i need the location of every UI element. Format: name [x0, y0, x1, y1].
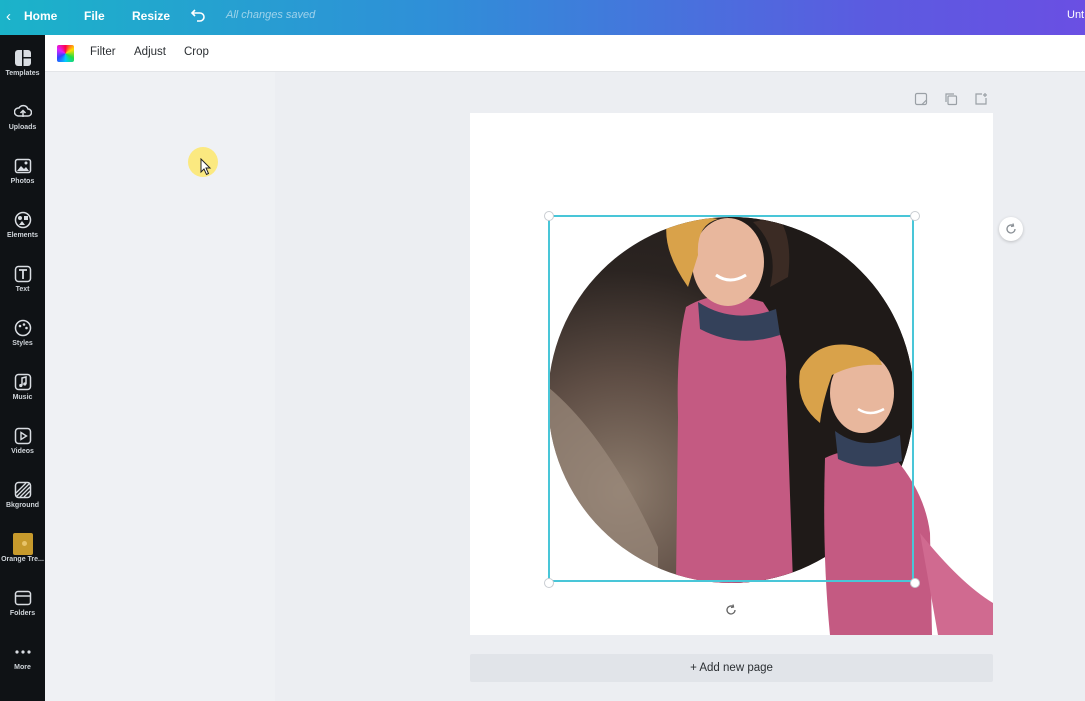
elements-icon — [13, 210, 33, 230]
add-new-page-button[interactable]: + Add new page — [470, 654, 993, 682]
sidebar-item-label: Videos — [11, 448, 34, 455]
sidebar-item-label: Orange Tre... — [1, 556, 44, 563]
sidebar-item-photos[interactable]: Photos — [0, 148, 45, 196]
resize-button[interactable]: Resize — [132, 9, 170, 23]
selection-box[interactable] — [548, 215, 914, 582]
notes-icon[interactable] — [914, 92, 928, 106]
sidebar-item-label: Text — [15, 286, 30, 293]
sidebar-item-label: Folders — [9, 610, 36, 617]
music-icon — [13, 372, 33, 392]
sidebar-item-folders[interactable]: Folders — [0, 580, 45, 628]
refresh-icon[interactable] — [999, 217, 1023, 241]
crop-button[interactable]: Crop — [184, 46, 209, 58]
home-button[interactable]: Home — [24, 9, 57, 23]
sidebar-item-label: Styles — [12, 340, 33, 347]
sidebar-item-label: Music — [12, 394, 33, 401]
sidebar-item-text[interactable]: Text — [0, 256, 45, 304]
resize-handle-top-left[interactable] — [544, 211, 554, 221]
sidebar: Templates Uploads Photos Elements Text S… — [0, 35, 45, 701]
sidebar-item-label: Templates — [5, 70, 40, 77]
sidebar-item-uploads[interactable]: Uploads — [0, 94, 45, 142]
more-icon — [13, 642, 33, 662]
filter-button[interactable]: Filter — [90, 46, 116, 58]
sidebar-item-videos[interactable]: Videos — [0, 418, 45, 466]
resize-handle-bottom-left[interactable] — [544, 578, 554, 588]
sidebar-item-label: Photos — [10, 178, 35, 185]
top-bar: ‹ Home File Resize All changes saved Unt — [0, 0, 1085, 35]
folder-thumbnail-icon — [12, 533, 33, 555]
save-status: All changes saved — [226, 9, 316, 21]
file-menu-button[interactable]: File — [84, 9, 105, 23]
sidebar-item-music[interactable]: Music — [0, 364, 45, 412]
text-icon — [13, 264, 33, 284]
sidebar-item-styles[interactable]: Styles — [0, 310, 45, 358]
sidebar-item-label: More — [14, 664, 31, 671]
undo-icon[interactable] — [189, 6, 207, 24]
design-title[interactable]: Unt — [1067, 9, 1084, 21]
templates-icon — [13, 48, 33, 68]
sidebar-item-label: Bkground — [5, 502, 40, 509]
background-icon — [13, 480, 33, 500]
mouse-pointer-icon — [200, 157, 212, 176]
sidebar-item-more[interactable]: More — [0, 634, 45, 682]
rotate-icon[interactable] — [724, 603, 738, 617]
photo-icon — [13, 156, 33, 176]
upload-icon — [13, 102, 33, 122]
video-icon — [13, 426, 33, 446]
resize-handle-top-right[interactable] — [910, 211, 920, 221]
folder-icon — [13, 588, 33, 608]
sidebar-item-orange-folder[interactable]: Orange Tre... — [0, 526, 45, 574]
sidebar-item-background[interactable]: Bkground — [0, 472, 45, 520]
color-swatch-button[interactable] — [57, 45, 74, 62]
image-toolbar: Filter Adjust Crop — [45, 35, 1085, 72]
adjust-button[interactable]: Adjust — [134, 46, 166, 58]
sidebar-item-label: Uploads — [8, 124, 37, 131]
resize-handle-bottom-right[interactable] — [910, 578, 920, 588]
sidebar-item-label: Elements — [6, 232, 39, 239]
side-panel — [45, 72, 275, 701]
chevron-left-icon[interactable]: ‹ — [6, 9, 20, 25]
duplicate-page-icon[interactable] — [944, 92, 958, 106]
add-page-icon[interactable] — [974, 92, 988, 106]
palette-icon — [13, 318, 33, 338]
sidebar-item-elements[interactable]: Elements — [0, 202, 45, 250]
sidebar-item-templates[interactable]: Templates — [0, 40, 45, 88]
